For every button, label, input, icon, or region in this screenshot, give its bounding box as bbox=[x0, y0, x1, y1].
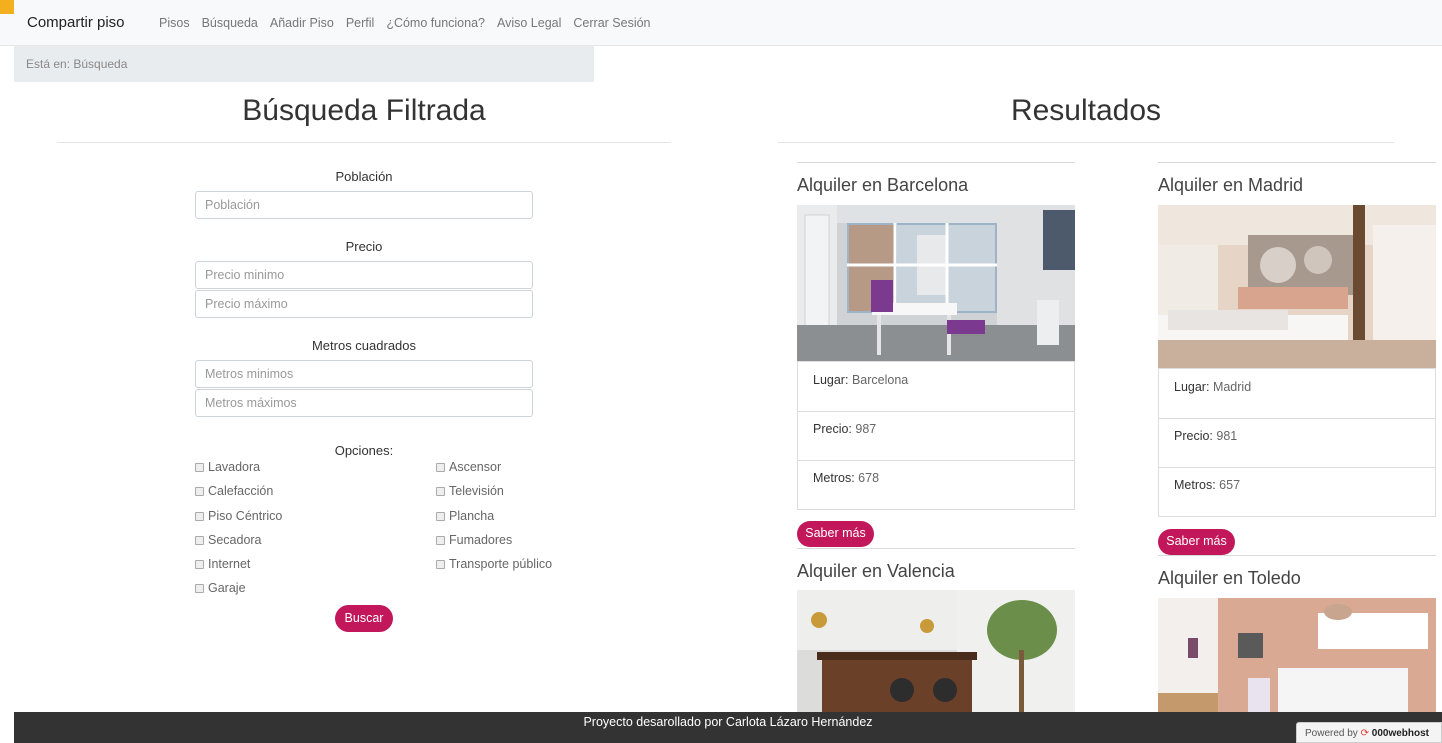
details-list-barcelona: Lugar: Barcelona Precio: 987 Metros: 678 bbox=[797, 361, 1075, 510]
powered-by-brand: 000webhost bbox=[1371, 728, 1430, 739]
search-divider bbox=[57, 142, 671, 143]
card-divider bbox=[1158, 162, 1436, 163]
card-title-madrid: Alquiler en Madrid bbox=[1158, 175, 1304, 195]
nav-link-pisos[interactable]: Pisos bbox=[159, 16, 190, 30]
option-fumadores[interactable]: Fumadores bbox=[436, 533, 512, 547]
webhost-logo-icon: ⟳ bbox=[1360, 728, 1369, 739]
nav-link-perfil[interactable]: Perfil bbox=[346, 16, 374, 30]
results-title: Resultados bbox=[1010, 94, 1162, 127]
footer: Proyecto desarollado por Carlota Lázaro … bbox=[14, 712, 1442, 743]
checkbox[interactable] bbox=[436, 486, 445, 496]
metros-max-input[interactable] bbox=[195, 389, 533, 417]
property-photo-valencia[interactable] bbox=[797, 590, 1075, 712]
nav-link-como-funciona[interactable]: ¿Cómo funciona? bbox=[386, 16, 485, 30]
card-title-valencia: Alquiler en Valencia bbox=[797, 561, 955, 581]
breadcrumb: Está en: Búsqueda bbox=[14, 46, 594, 82]
metros-value: 657 bbox=[1219, 478, 1241, 492]
checkbox[interactable] bbox=[436, 535, 445, 545]
metros-value: 678 bbox=[858, 471, 880, 485]
precio-label: Precio bbox=[345, 239, 383, 254]
option-calefaccion[interactable]: Calefacción bbox=[195, 484, 273, 498]
lugar-value: Barcelona bbox=[851, 373, 909, 387]
navbar: Compartir piso Pisos Búsqueda Añadir Pis… bbox=[0, 0, 1442, 46]
list-item-precio: Precio: 987 bbox=[798, 411, 1074, 461]
property-photo-toledo[interactable] bbox=[1158, 598, 1436, 712]
nav-link-busqueda[interactable]: Búsqueda bbox=[202, 16, 258, 30]
checkbox[interactable] bbox=[436, 559, 445, 569]
lugar-value: Madrid bbox=[1212, 380, 1252, 394]
checkbox[interactable] bbox=[195, 486, 204, 496]
saber-mas-button-madrid[interactable]: Saber más bbox=[1158, 529, 1235, 555]
powered-by-badge[interactable]: Powered by ⟳ 000webhost bbox=[1296, 722, 1442, 743]
list-item-lugar: Lugar: Barcelona bbox=[798, 362, 1074, 412]
option-secadora[interactable]: Secadora bbox=[195, 533, 262, 547]
brand-link[interactable]: Compartir piso bbox=[27, 14, 125, 31]
search-title: Búsqueda Filtrada bbox=[242, 94, 486, 127]
opciones-label: Opciones: bbox=[334, 443, 394, 458]
nav-link-anadir-piso[interactable]: Añadir Piso bbox=[270, 16, 334, 30]
precio-value: 987 bbox=[855, 422, 877, 436]
card-divider bbox=[797, 548, 1075, 549]
checkbox[interactable] bbox=[195, 559, 204, 569]
checkbox[interactable] bbox=[195, 583, 204, 593]
powered-by-label: Powered by bbox=[1305, 728, 1358, 739]
precio-min-input[interactable] bbox=[195, 261, 533, 289]
checkbox[interactable] bbox=[436, 511, 445, 521]
option-television[interactable]: Televisión bbox=[436, 484, 504, 498]
saber-mas-button-barcelona[interactable]: Saber más bbox=[797, 521, 874, 547]
option-garaje[interactable]: Garaje bbox=[195, 581, 246, 595]
checkbox[interactable] bbox=[195, 462, 204, 472]
list-item-metros: Metros: 657 bbox=[1174, 478, 1241, 492]
details-list-madrid: Lugar: Madrid Precio: 981 Metros: 657 bbox=[1158, 368, 1436, 517]
nav-link-aviso-legal[interactable]: Aviso Legal bbox=[497, 16, 561, 30]
card-divider bbox=[797, 162, 1075, 163]
poblacion-input[interactable] bbox=[195, 191, 533, 219]
nav-link-cerrar-sesion[interactable]: Cerrar Sesión bbox=[573, 16, 650, 30]
option-ascensor[interactable]: Ascensor bbox=[436, 460, 501, 474]
card-title-toledo: Alquiler en Toledo bbox=[1158, 568, 1301, 588]
list-item-precio: Precio: 981 bbox=[1159, 418, 1435, 468]
checkbox[interactable] bbox=[436, 462, 445, 472]
property-photo-madrid[interactable] bbox=[1158, 205, 1436, 368]
list-item-metros: Metros: 678 bbox=[813, 471, 880, 485]
search-button[interactable]: Buscar bbox=[335, 605, 393, 632]
card-title-barcelona: Alquiler en Barcelona bbox=[797, 175, 969, 195]
metros-min-input[interactable] bbox=[195, 360, 533, 388]
corner-marker bbox=[0, 0, 14, 14]
results-divider bbox=[778, 142, 1394, 143]
property-photo-barcelona[interactable] bbox=[797, 205, 1075, 361]
option-lavadora[interactable]: Lavadora bbox=[195, 460, 260, 474]
card-divider bbox=[1158, 555, 1436, 556]
option-transporte-publico[interactable]: Transporte público bbox=[436, 557, 552, 571]
poblacion-label: Población bbox=[335, 169, 393, 184]
metros-label: Metros cuadrados bbox=[311, 338, 417, 353]
checkbox[interactable] bbox=[195, 535, 204, 545]
list-item-lugar: Lugar: Madrid bbox=[1159, 369, 1435, 419]
checkbox[interactable] bbox=[195, 511, 204, 521]
precio-max-input[interactable] bbox=[195, 290, 533, 318]
precio-value: 981 bbox=[1216, 429, 1238, 443]
nav-links: Pisos Búsqueda Añadir Piso Perfil ¿Cómo … bbox=[159, 16, 651, 30]
option-plancha[interactable]: Plancha bbox=[436, 509, 494, 523]
option-internet[interactable]: Internet bbox=[195, 557, 250, 571]
option-piso-centrico[interactable]: Piso Céntrico bbox=[195, 509, 282, 523]
